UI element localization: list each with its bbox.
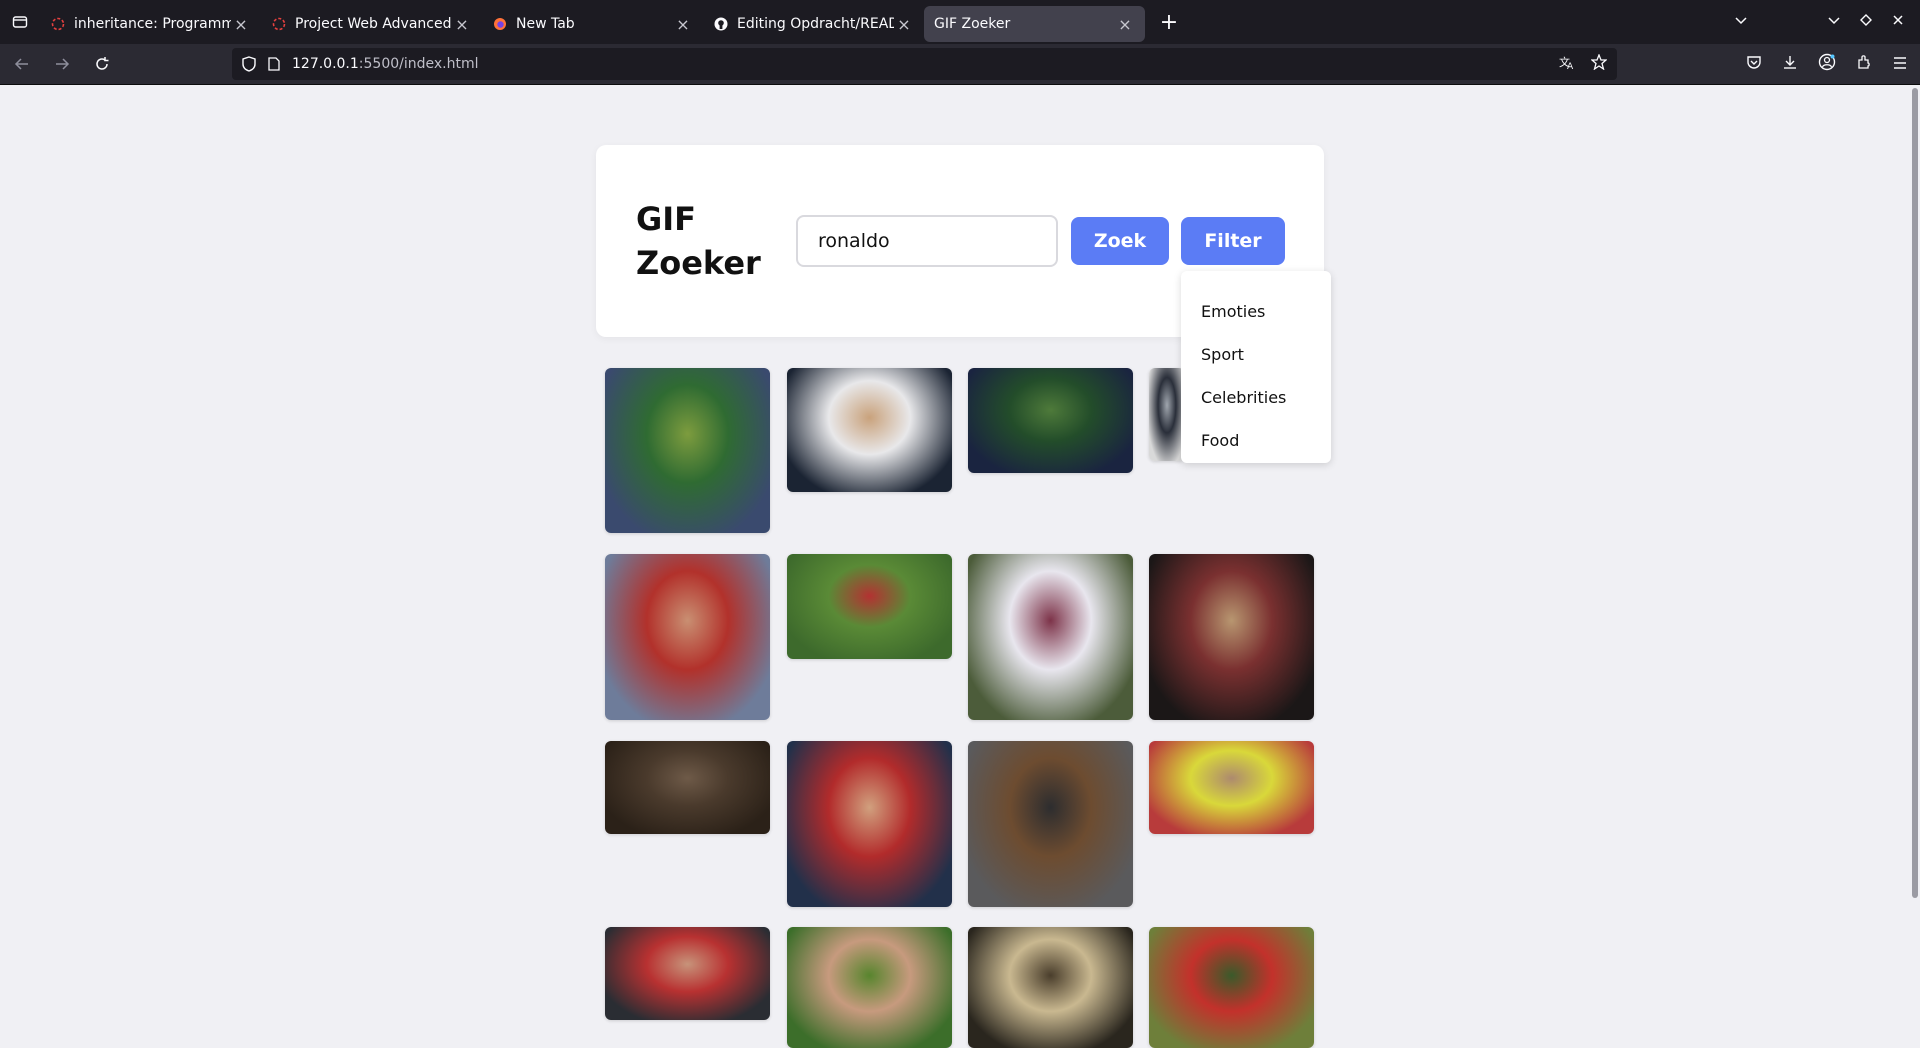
filter-option-sport[interactable]: Sport [1201,345,1244,364]
gif-thumbnail[interactable] [787,368,952,492]
tab-title: GIF Zoeker [934,16,1011,32]
gif-thumbnail[interactable] [787,554,952,659]
forward-button[interactable] [44,48,80,80]
account-icon[interactable] [1818,53,1836,75]
downloads-icon[interactable] [1782,54,1798,74]
gif-thumbnail[interactable] [968,927,1133,1048]
filter-option-emoties[interactable]: Emoties [1201,302,1265,321]
filter-option-food[interactable]: Food [1201,431,1239,450]
tab-title: Project Web Advanced [295,16,452,32]
url-bar[interactable]: 127.0.0.1:5500/index.html 文A [232,48,1617,80]
filter-button[interactable]: Filter [1181,217,1285,265]
close-tab-icon[interactable]: × [452,15,472,34]
tab-list-icon [12,16,28,28]
window-controls [1734,0,1920,44]
gif-thumbnail[interactable] [968,741,1133,907]
gif-thumbnail[interactable] [968,554,1133,720]
github-icon [713,16,729,32]
gif-thumbnail[interactable] [787,927,952,1048]
loading-spinner-icon [50,16,66,32]
bookmark-star-icon[interactable] [1590,53,1608,74]
pocket-icon[interactable] [1746,54,1762,74]
tab-project-web-advanced[interactable]: Project Web Advanced × [261,6,482,42]
page-title-line-2: Zoeker [636,244,761,282]
navigation-toolbar: 127.0.0.1:5500/index.html 文A [0,44,1920,84]
gif-thumbnail[interactable] [605,368,770,533]
search-button[interactable]: Zoek [1071,217,1169,265]
gif-thumbnail[interactable] [605,927,770,1020]
tab-title: New Tab [516,16,575,32]
page-title: GIF Zoeker [636,197,766,285]
extensions-icon[interactable] [1856,54,1872,74]
filter-dropdown: Emoties Sport Celebrities Food [1181,271,1331,463]
gif-thumbnail[interactable] [1149,927,1314,1048]
tab-strip: inheritance: Programming × Project Web A… [0,0,1920,44]
close-tab-icon[interactable]: × [894,15,914,34]
close-tab-icon[interactable]: × [231,15,251,34]
tab-gif-zoeker[interactable]: GIF Zoeker × [924,6,1145,42]
filter-option-celebrities[interactable]: Celebrities [1201,388,1286,407]
new-tab-button[interactable]: + [1151,4,1187,40]
gif-thumbnail[interactable] [1149,368,1185,461]
reload-button[interactable] [84,48,120,80]
tab-inheritance[interactable]: inheritance: Programming × [40,6,261,42]
plus-icon: + [1159,9,1179,35]
url-host: 127.0.0.1 [292,56,359,72]
toolbar-right [1746,44,1908,84]
maximize-icon[interactable] [1860,14,1872,30]
tab-list-button[interactable] [0,0,40,44]
tab-title: Editing Opdracht/README [737,16,894,32]
reload-icon [96,57,109,70]
arrow-right-icon [56,58,70,70]
page-title-line-1: GIF [636,200,697,238]
svg-text:A: A [1567,62,1574,70]
gif-thumbnail[interactable] [605,554,770,720]
firefox-icon [492,16,508,32]
minimize-icon[interactable] [1828,14,1840,30]
search-input[interactable] [796,215,1058,267]
close-window-icon[interactable] [1892,14,1904,30]
gif-thumbnail[interactable] [787,741,952,907]
gif-thumbnail[interactable] [1149,741,1314,834]
arrow-left-icon [14,58,28,70]
list-all-tabs-icon[interactable] [1734,14,1748,30]
gif-thumbnail[interactable] [1149,554,1314,720]
tab-new-tab[interactable]: New Tab × [482,6,703,42]
menu-hamburger-icon[interactable] [1892,55,1908,74]
url-path: :5500/index.html [358,56,479,72]
tab-editing-readme[interactable]: Editing Opdracht/README × [703,6,924,42]
tab-title: inheritance: Programming [74,16,231,32]
back-button[interactable] [4,48,40,80]
shield-icon[interactable] [242,56,256,72]
gif-thumbnail[interactable] [968,368,1133,473]
page-icon[interactable] [268,57,280,71]
gif-thumbnail[interactable] [605,741,770,834]
vertical-scrollbar[interactable] [1912,88,1918,898]
translate-icon[interactable]: 文A [1559,54,1575,74]
close-tab-icon[interactable]: × [1115,15,1135,34]
loading-spinner-icon [271,16,287,32]
close-tab-icon[interactable]: × [673,15,693,34]
